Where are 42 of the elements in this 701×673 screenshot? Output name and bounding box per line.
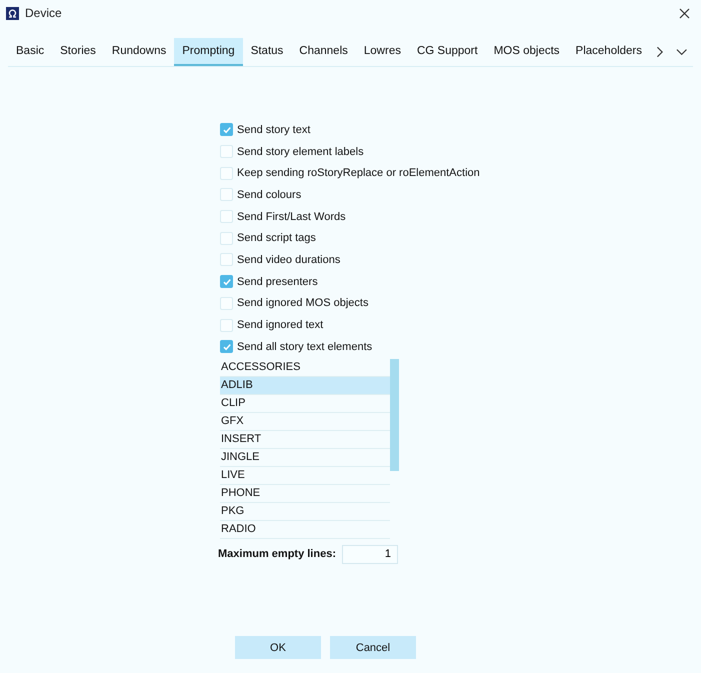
- list-item[interactable]: PHONE: [220, 484, 390, 503]
- checkbox[interactable]: [220, 275, 233, 288]
- checkbox-label: Send all story text elements: [237, 340, 372, 353]
- chevron-right-icon[interactable]: [656, 46, 664, 58]
- checkbox-label: Send story text: [237, 124, 310, 136]
- tab[interactable]: Rundowns: [104, 38, 174, 66]
- close-icon[interactable]: [679, 8, 690, 18]
- checkbox[interactable]: [220, 123, 233, 136]
- checkbox-label: Send colours: [237, 188, 302, 201]
- checkmark-icon: [222, 276, 232, 287]
- app-icon: [6, 6, 19, 20]
- checkbox-label: Keep sending roStoryReplace or roElementAction: [237, 167, 480, 180]
- tab[interactable]: MOS objects: [486, 38, 568, 66]
- tab[interactable]: Prompting: [174, 38, 243, 66]
- tab[interactable]: Placeholders: [568, 38, 650, 66]
- checkmark-icon: [222, 342, 232, 352]
- tab[interactable]: Basic: [8, 38, 52, 66]
- checkbox[interactable]: [220, 340, 233, 354]
- tab[interactable]: Status: [242, 38, 292, 66]
- dialog-button[interactable]: Cancel: [330, 636, 416, 659]
- tab[interactable]: Lowres: [356, 38, 409, 66]
- checkmark-icon: [222, 124, 232, 135]
- list-item[interactable]: PKG: [220, 502, 390, 521]
- list-item[interactable]: ADLIB: [220, 376, 390, 395]
- scrollbar-thumb[interactable]: [390, 358, 399, 471]
- number-field[interactable]: 1: [342, 544, 398, 564]
- tab[interactable]: CG Support: [408, 38, 486, 66]
- dialog-button[interactable]: OK: [235, 636, 321, 659]
- window-title: Device: [25, 6, 63, 20]
- tab[interactable]: Channels: [291, 38, 356, 66]
- checkbox-label: Send story element labels: [237, 146, 364, 158]
- field-label: Maximum empty lines:: [218, 548, 336, 560]
- checkbox-label: Send presenters: [237, 276, 318, 288]
- chevron-down-icon[interactable]: [676, 48, 687, 56]
- checkbox-label: Send video durations: [237, 254, 340, 266]
- list-item[interactable]: RADIO: [220, 520, 390, 539]
- checkbox-label: Send ignored text: [237, 319, 324, 332]
- tab[interactable]: Stories: [52, 38, 104, 66]
- checkbox-label: Send script tags: [237, 232, 316, 244]
- list-item[interactable]: LIVE: [220, 466, 390, 485]
- checkbox-label: Send ignored MOS objects: [237, 297, 368, 310]
- checkbox-label: Send First/Last Words: [237, 210, 346, 223]
